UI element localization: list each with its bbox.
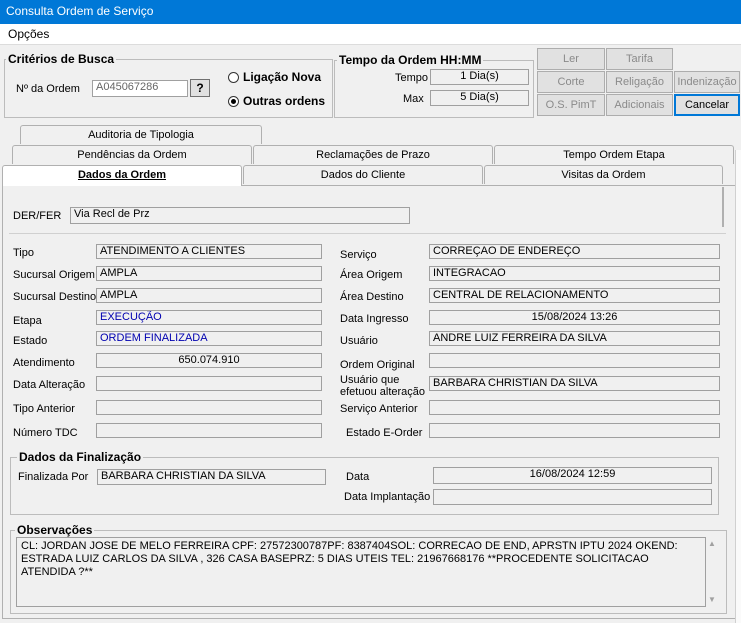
tab-tempo-ordem-etapa[interactable]: Tempo Ordem Etapa [494, 145, 734, 164]
estado-eorder-label: Estado E-Order [346, 427, 423, 439]
tempo-ordem-label: Tempo da Ordem HH:MM [337, 53, 484, 67]
usuario-label: Usuário [340, 335, 378, 347]
radio-ligacao-nova-label: Ligação Nova [243, 70, 322, 84]
religacao-button[interactable]: Religação [606, 71, 673, 93]
window-title: Consulta Ordem de Serviço [6, 4, 154, 18]
tarifa-button[interactable]: Tarifa [606, 48, 673, 70]
order-number-input[interactable]: A045067286 [92, 80, 188, 97]
max-value: 5 Dia(s) [430, 90, 529, 106]
radio-outras-ordens[interactable] [228, 96, 239, 107]
data-implantacao-label: Data Implantação [344, 491, 431, 503]
data-alteracao-label: Data Alteração [13, 379, 86, 391]
finalizacao-data-field: 16/08/2024 12:59 [433, 467, 712, 484]
max-label: Max [403, 93, 424, 105]
corte-button[interactable]: Corte [537, 71, 605, 93]
tab-pendencias-label: Pendências da Ordem [77, 149, 187, 161]
usuario-alteracao-label-line2: efetuou alteração [340, 386, 426, 398]
estado-label: Estado [13, 335, 48, 347]
finalizada-por-label: Finalizada Por [18, 471, 89, 483]
numero-tdc-label: Número TDC [13, 427, 78, 439]
sucursal-origem-field: AMPLA [96, 266, 322, 281]
tab-tempo-etapa-label: Tempo Ordem Etapa [563, 149, 665, 161]
scroll-down-icon[interactable]: ▼ [708, 595, 716, 604]
tab-dados-ordem[interactable]: Dados da Ordem [2, 165, 242, 186]
radio-ligacao-nova[interactable] [228, 72, 239, 83]
observacoes-scrollbar[interactable]: ▲ ▼ [706, 537, 719, 607]
title-bar: Consulta Ordem de Serviço [0, 0, 741, 24]
tab-dados-ordem-label: Dados da Ordem [77, 169, 167, 181]
order-number-label: Nº da Ordem [16, 83, 80, 95]
os-pimt-button[interactable]: O.S. PimT [537, 94, 605, 116]
finalizacao-data-label: Data [346, 471, 370, 483]
sucursal-destino-label: Sucursal Destino [13, 291, 97, 303]
menu-opcoes[interactable]: Opções [8, 27, 49, 41]
tab-reclamacoes-prazo[interactable]: Reclamações de Prazo [253, 145, 493, 164]
tempo-label: Tempo [395, 72, 429, 84]
menu-bar: Opções [0, 24, 741, 45]
data-ingresso-label: Data Ingresso [340, 313, 409, 325]
servico-field: CORREÇAO DE ENDEREÇO [429, 244, 720, 259]
sucursal-origem-label: Sucursal Origem [13, 269, 95, 281]
tipo-field: ATENDIMENTO A CLIENTES [96, 244, 322, 259]
tempo-value: 1 Dia(s) [430, 69, 529, 85]
area-origem-label: Área Origem [340, 269, 403, 281]
tab-visitas-label: Visitas da Ordem [561, 169, 646, 181]
tipo-label: Tipo [13, 247, 34, 259]
sucursal-destino-field: AMPLA [96, 288, 322, 303]
servico-label: Serviço [340, 249, 377, 261]
etapa-label: Etapa [13, 315, 42, 327]
area-destino-label: Área Destino [340, 291, 404, 303]
usuario-alteracao-label-line1: Usuário que [340, 374, 400, 386]
data-alteracao-field [96, 376, 322, 391]
radio-outras-ordens-label: Outras ordens [243, 94, 326, 108]
finalizada-por-field: BARBARA CHRISTIAN DA SILVA [97, 469, 326, 485]
observacoes-text[interactable]: CL: JORDAN JOSE DE MELO FERREIRA CPF: 27… [16, 537, 706, 607]
observacoes-label: Observações [15, 523, 95, 537]
search-criteria-label: Critérios de Busca [6, 52, 117, 66]
der-fer-field: Via Recl de Prz [70, 207, 410, 224]
finalizacao-label: Dados da Finalização [17, 450, 144, 464]
tab-dados-cliente-label: Dados do Cliente [320, 169, 406, 181]
usuario-field: ANDRE LUIZ FERREIRA DA SILVA [429, 331, 720, 346]
indenizacao-button[interactable]: Indenização [674, 71, 740, 93]
area-origem-field: INTEGRACAO [429, 266, 720, 281]
tab-reclamacoes-label: Reclamações de Prazo [316, 149, 430, 161]
panel-divider [722, 187, 724, 227]
atendimento-field: 650.074.910 [96, 353, 322, 368]
order-lookup-button[interactable]: ? [190, 79, 210, 97]
data-ingresso-field: 15/08/2024 13:26 [429, 310, 720, 325]
tab-auditoria-tipologia[interactable]: Auditoria de Tipologia [20, 125, 262, 144]
finalizacao-group [10, 457, 719, 515]
servico-anterior-label: Serviço Anterior [340, 403, 418, 415]
estado-field: ORDEM FINALIZADA [96, 331, 322, 346]
data-implantacao-field [433, 489, 712, 505]
tab-dados-cliente[interactable]: Dados do Cliente [243, 165, 483, 184]
numero-tdc-field [96, 423, 322, 438]
ordem-original-label: Ordem Original [340, 359, 415, 371]
ordem-original-field [429, 353, 720, 368]
der-fer-label: DER/FER [13, 210, 62, 222]
area-destino-field: CENTRAL DE RELACIONAMENTO [429, 288, 720, 303]
tab-pendencias-ordem[interactable]: Pendências da Ordem [12, 145, 252, 164]
tab-auditoria-label: Auditoria de Tipologia [88, 129, 194, 141]
usuario-alteracao-label: Usuário que efetuou alteração [340, 374, 425, 398]
tipo-anterior-label: Tipo Anterior [13, 403, 75, 415]
atendimento-label: Atendimento [13, 357, 75, 369]
tab-visitas-ordem[interactable]: Visitas da Ordem [484, 165, 723, 184]
scroll-up-icon[interactable]: ▲ [708, 539, 716, 548]
cancelar-button[interactable]: Cancelar [674, 94, 740, 116]
estado-eorder-field [429, 423, 720, 438]
servico-anterior-field [429, 400, 720, 415]
tipo-anterior-field [96, 400, 322, 415]
section-divider [9, 233, 726, 234]
adicionais-button[interactable]: Adicionais [606, 94, 673, 116]
ler-button[interactable]: Ler [537, 48, 605, 70]
etapa-field: EXECUÇÃO [96, 310, 322, 325]
usuario-alteracao-field: BARBARA CHRISTIAN DA SILVA [429, 376, 720, 391]
background-window-edge [735, 150, 741, 623]
